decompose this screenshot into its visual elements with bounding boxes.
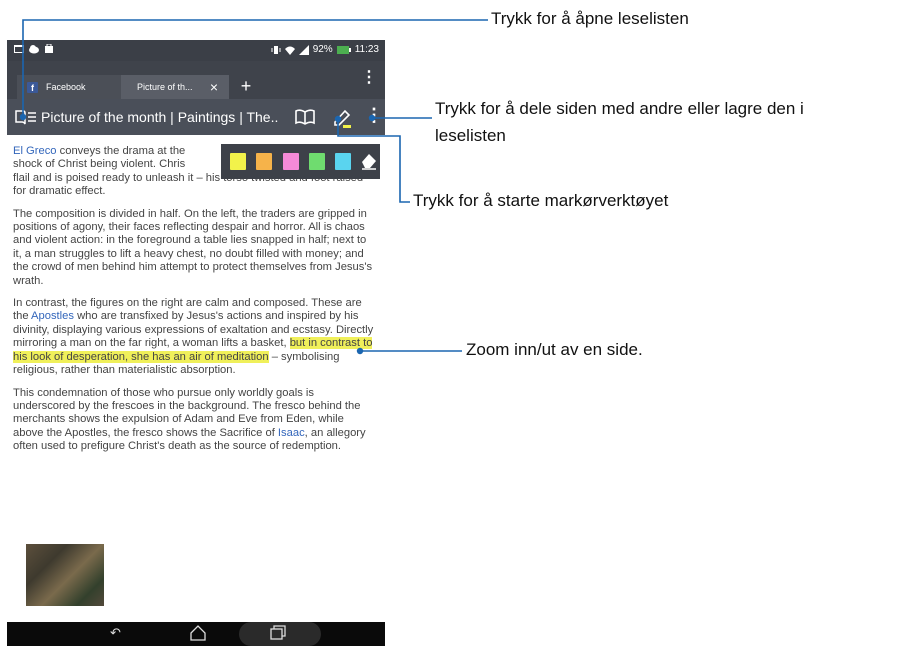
callout-share-line-2: leselisten xyxy=(435,126,506,145)
reading-list-callout-dot xyxy=(19,113,27,121)
callout-reading-list: Trykk for å åpne leselisten xyxy=(491,9,689,28)
share-callout-dot xyxy=(368,114,376,122)
callout-marker: Trykk for å starte markørverktøyet xyxy=(413,191,669,210)
zoom-callout-dot xyxy=(356,347,364,355)
callout-zoom: Zoom inn/ut av en side. xyxy=(466,340,643,359)
marker-callout-dot xyxy=(334,115,342,123)
callout-share-line-1: Trykk for å dele siden med andre eller l… xyxy=(435,99,804,118)
callout-lines xyxy=(19,19,488,355)
